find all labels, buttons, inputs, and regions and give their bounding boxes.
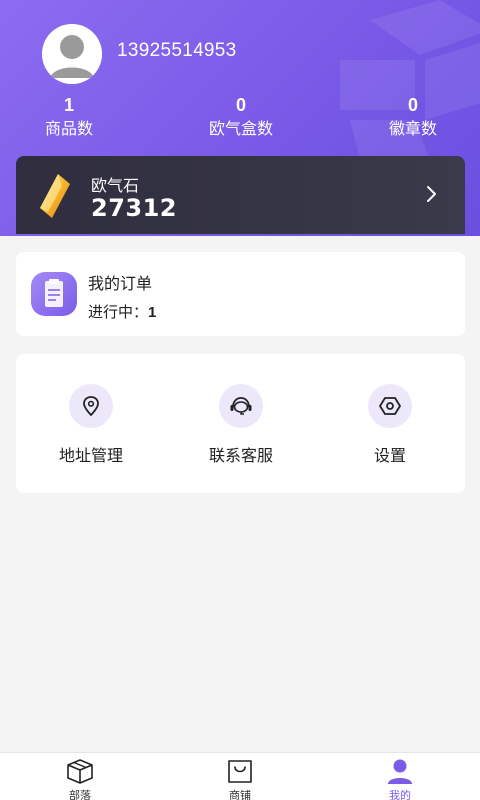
stat-goods-label: 商品数 [44, 119, 93, 138]
tab-mine-label: 我的 [389, 789, 411, 800]
stat-badges-label: 徽章数 [388, 119, 437, 138]
shopping-bag-icon [180, 757, 300, 785]
menu-settings-label: 设置 [373, 446, 406, 465]
stat-badges[interactable]: 0 徽章数 [358, 94, 468, 140]
location-pin-icon [69, 384, 113, 428]
services-card: 地址管理 联系客服 设置 [16, 354, 465, 493]
stat-boxes[interactable]: 0 欧气盒数 [186, 94, 296, 140]
orders-status: 进行中：1 [88, 301, 156, 322]
stone-value: 27312 [91, 194, 177, 222]
tab-shop-label: 商铺 [229, 789, 251, 800]
box-icon [20, 757, 140, 785]
gem-icon [40, 174, 70, 218]
stat-boxes-label: 欧气盒数 [208, 119, 273, 138]
stat-goods[interactable]: 1 商品数 [14, 94, 124, 140]
settings-hexagon-icon [368, 384, 412, 428]
user-phone: 13925514953 [117, 40, 237, 61]
menu-customer-service-label: 联系客服 [208, 446, 273, 465]
clipboard-icon [31, 272, 77, 316]
orders-title: 我的订单 [88, 274, 153, 293]
headset-icon [219, 384, 263, 428]
stat-boxes-value: 0 [235, 95, 246, 115]
stone-label: 欧气石 [91, 176, 140, 195]
my-orders-card[interactable]: 我的订单 进行中：1 [16, 252, 465, 336]
avatar[interactable] [42, 24, 102, 84]
menu-settings[interactable]: 设置 [315, 384, 465, 466]
orders-status-count: 1 [148, 304, 157, 321]
tab-tribe[interactable]: 部落 [20, 757, 140, 800]
stat-badges-value: 0 [407, 95, 418, 115]
avatar-placeholder-icon [42, 24, 102, 84]
tab-mine[interactable]: 我的 [340, 757, 460, 800]
tab-shop[interactable]: 商铺 [180, 757, 300, 800]
lucky-stone-card[interactable]: 欧气石 27312 [16, 156, 465, 234]
person-icon [340, 757, 460, 785]
stat-goods-value: 1 [63, 95, 74, 115]
menu-address-management[interactable]: 地址管理 [16, 384, 166, 466]
menu-address-label: 地址管理 [58, 446, 123, 465]
menu-customer-service[interactable]: 联系客服 [166, 384, 316, 466]
chevron-right-icon[interactable] [425, 183, 439, 205]
bottom-tab-bar: 部落 商铺 我的 [0, 752, 480, 800]
orders-status-label: 进行中： [88, 303, 149, 321]
tab-tribe-label: 部落 [69, 789, 91, 800]
